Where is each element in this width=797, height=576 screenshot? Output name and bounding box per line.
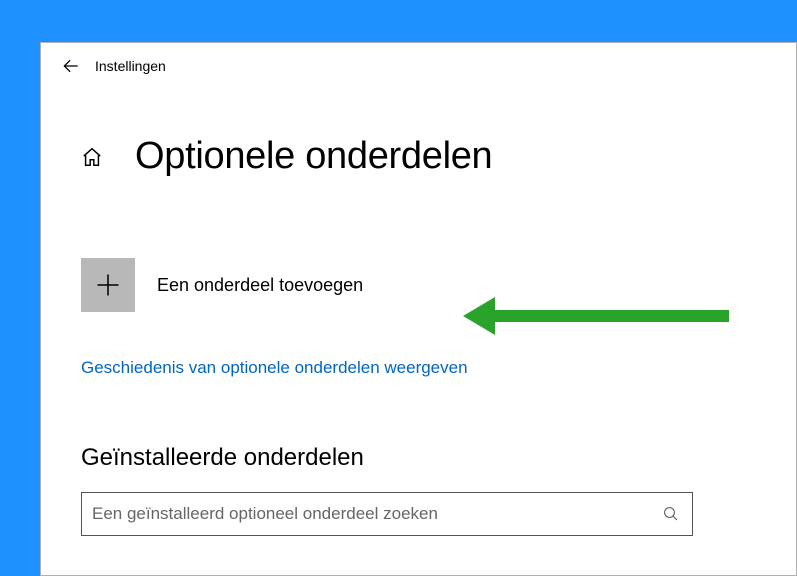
add-feature-label: Een onderdeel toevoegen <box>157 275 363 296</box>
settings-window: Instellingen Optionele onderdelen Een on… <box>40 42 797 576</box>
back-button[interactable] <box>51 46 91 86</box>
heading-row: Optionele onderdelen <box>81 135 756 178</box>
plus-icon <box>94 271 122 299</box>
page-title: Optionele onderdelen <box>135 135 492 178</box>
plus-tile <box>81 258 135 312</box>
search-input[interactable] <box>92 504 662 524</box>
home-icon[interactable] <box>81 146 103 168</box>
search-icon <box>662 505 680 523</box>
installed-section-title: Geïnstalleerde onderdelen <box>81 444 756 472</box>
back-arrow-icon <box>61 56 81 76</box>
add-feature-button[interactable]: Een onderdeel toevoegen <box>81 258 756 312</box>
content-area: Optionele onderdelen Een onderdeel toevo… <box>41 135 796 536</box>
app-title: Instellingen <box>95 58 166 74</box>
titlebar: Instellingen <box>41 43 796 89</box>
history-link[interactable]: Geschiedenis van optionele onderdelen we… <box>81 358 756 378</box>
search-box[interactable] <box>81 492 693 536</box>
